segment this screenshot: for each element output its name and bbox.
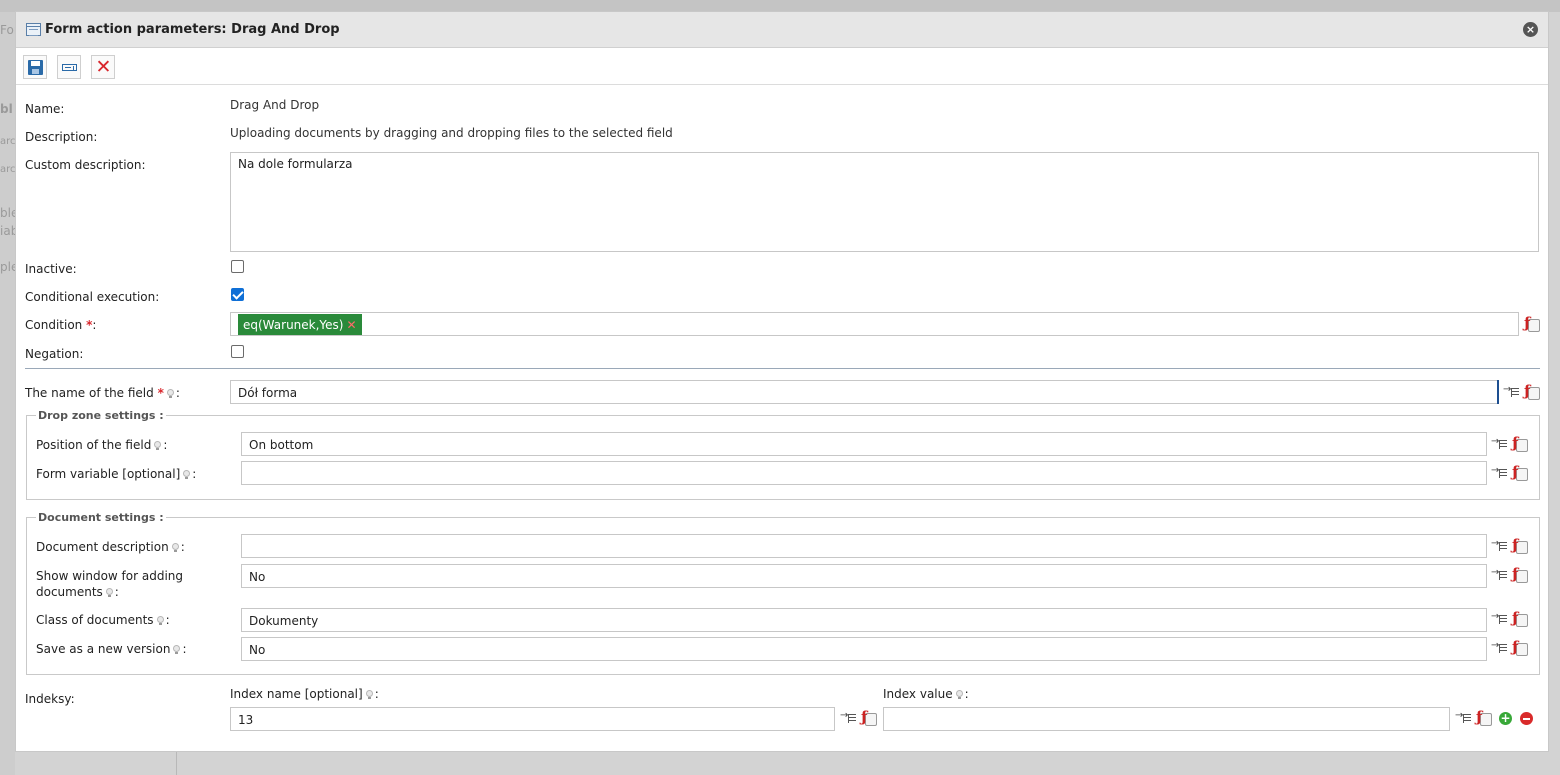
field-name-label: The name of the field *: [25,386,180,400]
close-button[interactable]: × [1523,22,1538,37]
document-class-input[interactable]: Dokumenty [241,608,1487,632]
hint-icon [183,470,191,479]
index-name-label: Index name [optional]: [230,687,379,701]
background-divider [176,752,177,775]
index-value-label: Index value: [883,687,969,701]
field-button[interactable] [57,55,81,79]
form-icon [26,23,41,36]
insert-variable-icon[interactable] [1491,538,1507,554]
background-text: arc [0,136,16,147]
custom-description-textarea[interactable]: Na dole formularza [230,152,1539,252]
index-name-input[interactable]: 13 [230,707,835,731]
drop-zone-legend: Drop zone settings : [36,409,166,422]
dialog-title: Form action parameters: Drag And Drop [45,22,340,37]
insert-variable-icon[interactable] [1455,710,1471,726]
input-caret [1497,380,1499,404]
show-window-input[interactable]: No [241,564,1487,588]
description-value: Uploading documents by dragging and drop… [230,126,673,140]
function-icon[interactable] [1511,609,1528,627]
section-divider [25,368,1540,369]
background-text: arc [0,164,16,175]
condition-label: Condition *: [25,318,97,332]
cancel-button[interactable]: ✕ [91,55,115,79]
dialog-titlebar: Form action parameters: Drag And Drop × [16,12,1548,48]
function-icon[interactable] [1511,638,1528,656]
field-icon [62,64,77,71]
save-icon [28,60,43,75]
document-class-label: Class of documents: [36,613,170,627]
show-window-label-line2: documents: [36,585,119,599]
background-text: bl [0,102,13,116]
add-index-icon[interactable]: + [1499,712,1512,725]
name-value: Drag And Drop [230,98,320,112]
document-description-label: Document description: [36,540,185,554]
function-icon[interactable] [1523,382,1540,400]
remove-index-icon[interactable] [1520,712,1533,725]
condition-chip[interactable]: eq(Warunek,Yes) ✕ [238,314,362,335]
condition-field[interactable]: eq(Warunek,Yes) ✕ [230,312,1519,336]
position-input[interactable]: On bottom [241,432,1487,456]
insert-variable-icon[interactable] [1491,640,1507,656]
position-label: Position of the field: [36,438,168,452]
document-settings-legend: Document settings : [36,511,166,524]
form-variable-label: Form variable [optional]: [36,467,197,481]
insert-variable-icon[interactable] [1491,567,1507,583]
required-marker: * [157,386,164,400]
show-window-label: Show window for adding [36,569,183,583]
function-icon[interactable] [860,708,877,726]
close-icon: ✕ [95,56,112,78]
function-icon[interactable] [1511,463,1528,481]
insert-variable-icon[interactable] [840,710,856,726]
drop-zone-fieldset [26,415,1540,500]
conditional-execution-label: Conditional execution: [25,290,160,304]
insert-variable-icon[interactable] [1503,384,1519,400]
indexes-label: Indeksy: [25,692,75,706]
save-button[interactable] [23,55,47,79]
inactive-checkbox[interactable] [231,260,244,273]
name-label: Name: [25,102,65,116]
hint-icon [173,645,181,654]
description-label: Description: [25,130,98,144]
hint-icon [154,441,162,450]
remove-condition-icon[interactable]: ✕ [346,318,356,332]
hint-icon [171,543,179,552]
document-description-input[interactable] [241,534,1487,558]
save-version-label: Save as a new version: [36,642,187,656]
function-icon[interactable] [1511,434,1528,452]
function-icon[interactable] [1511,565,1528,583]
hint-icon [955,690,963,699]
form-action-dialog: Form action parameters: Drag And Drop × … [15,11,1549,752]
field-name-input[interactable]: Dół forma [230,380,1499,404]
conditional-execution-checkbox[interactable] [231,288,244,301]
insert-variable-icon[interactable] [1491,611,1507,627]
function-icon[interactable] [1523,314,1540,332]
hint-icon [166,389,174,398]
save-version-input[interactable]: No [241,637,1487,661]
dialog-toolbar: ✕ [16,49,1548,85]
insert-variable-icon[interactable] [1491,436,1507,452]
hint-icon [105,588,113,597]
background-left-panel [0,12,15,775]
inactive-label: Inactive: [25,262,77,276]
condition-chip-text: eq(Warunek,Yes) [243,318,344,332]
insert-variable-icon[interactable] [1491,465,1507,481]
index-value-input[interactable] [883,707,1450,731]
function-icon[interactable] [1511,536,1528,554]
negation-checkbox[interactable] [231,345,244,358]
hint-icon [365,690,373,699]
hint-icon [156,616,164,625]
function-icon[interactable] [1475,708,1492,726]
negation-label: Negation: [25,347,84,361]
custom-description-label: Custom description: [25,158,146,172]
form-variable-input[interactable] [241,461,1487,485]
